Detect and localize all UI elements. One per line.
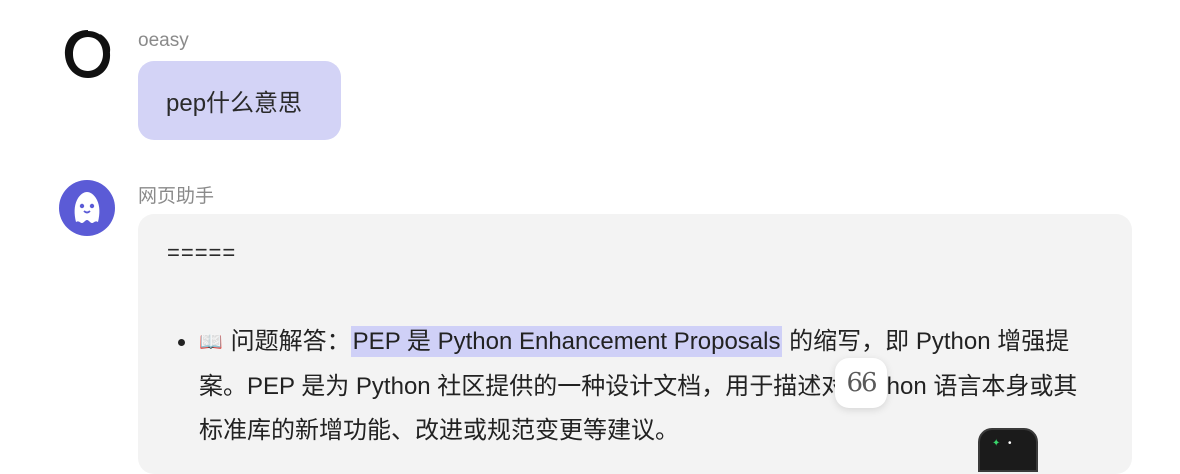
- book-icon: 📖: [199, 332, 223, 353]
- user-avatar: [60, 26, 116, 82]
- list-item: 📖 问题解答：PEP 是 Python Enhancement Proposals…: [176, 320, 1096, 453]
- floating-assistant-button[interactable]: ✦ •: [978, 428, 1038, 472]
- answer-content: 📖 问题解答：PEP 是 Python Enhancement Proposals…: [176, 320, 1096, 453]
- sparkle-icon: •: [1008, 438, 1012, 449]
- sparkle-icon: ✦: [992, 438, 1001, 449]
- quote-button[interactable]: 66: [835, 358, 887, 408]
- answer-label: 问题解答：: [230, 328, 351, 355]
- user-message-bubble: pep什么意思: [138, 61, 341, 140]
- bullet-dot: [178, 339, 185, 346]
- assistant-sender-name: 网页助手: [138, 186, 215, 207]
- answer-text-hidden: 于描: [749, 373, 798, 400]
- quote-icon: 66: [846, 368, 877, 398]
- user-message-text: pep什么意思: [166, 90, 303, 117]
- separator-line: =====: [167, 240, 237, 265]
- assistant-avatar: [59, 180, 115, 236]
- selected-text[interactable]: PEP 是 Python Enhancement Proposals: [350, 326, 783, 357]
- user-sender-name: oeasy: [138, 30, 189, 51]
